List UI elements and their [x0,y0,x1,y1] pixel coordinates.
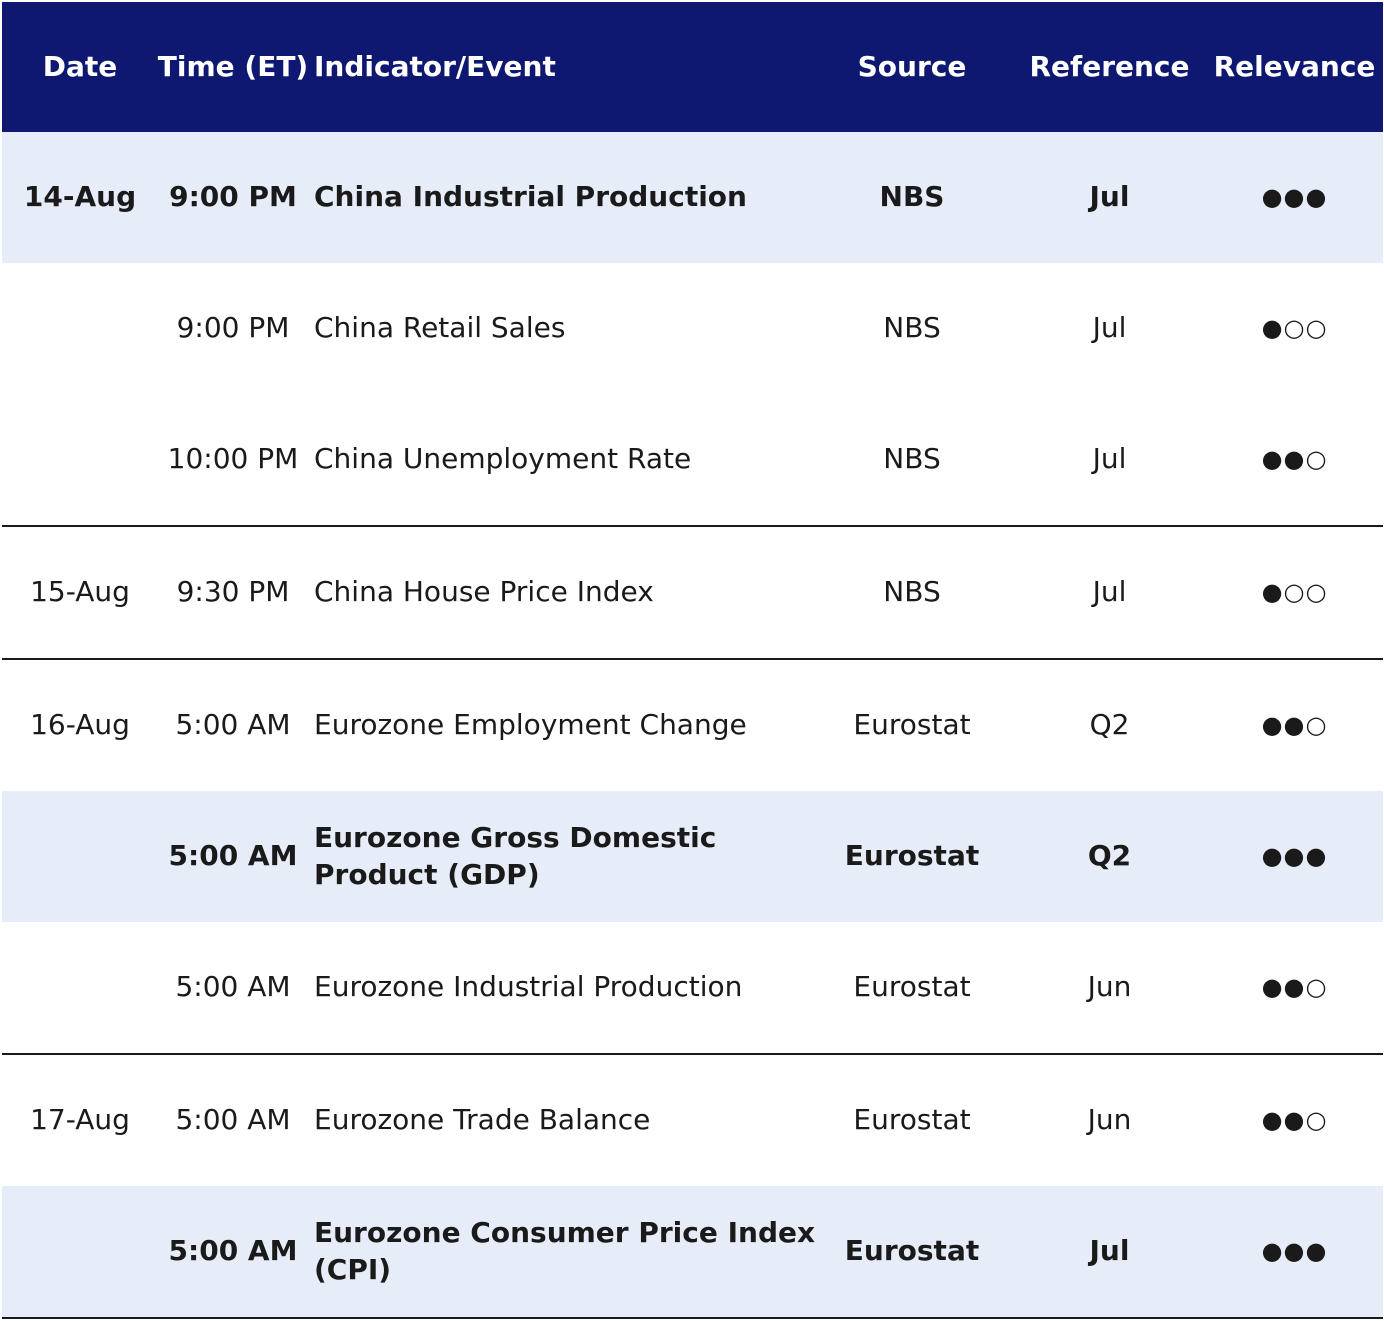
relevance-dots-icon: ●○○ [1261,313,1328,342]
row-date [2,1186,158,1317]
header-time: Time (ET) [157,49,309,83]
row-event: Eurozone Industrial Production [314,970,743,1004]
table-row: 5:00 AM Eurozone Gross Domestic Product … [2,791,1383,922]
row-event: China House Price Index [314,575,654,609]
row-reference: Jul [1089,1234,1130,1268]
header-source: Source [857,49,967,83]
row-event: Eurozone Trade Balance [314,1103,651,1137]
row-reference: Jul [1089,180,1130,214]
row-time: 5:00 AM [168,839,298,873]
row-source: NBS [879,180,945,214]
table-row: 16-Aug 5:00 AM Eurozone Employment Chang… [2,660,1383,791]
row-source: Eurostat [853,970,971,1004]
row-date: 15-Aug [30,575,130,609]
relevance-dots-icon: ●●○ [1261,1105,1328,1134]
row-reference: Q2 [1089,708,1130,742]
row-event: China Industrial Production [314,180,747,214]
header-reference: Reference [1029,49,1190,83]
table-row: 15-Aug 9:30 PM China House Price Index N… [2,527,1383,660]
table-row: 5:00 AM Eurozone Industrial Production E… [2,922,1383,1055]
header-relevance: Relevance [1213,49,1376,83]
row-event: Eurozone Employment Change [314,708,747,742]
row-date [2,263,158,394]
relevance-dots-icon: ●○○ [1261,577,1328,606]
row-time: 9:00 PM [169,180,297,214]
row-date: 17-Aug [30,1103,130,1137]
row-source: Eurostat [853,708,971,742]
row-reference: Jul [1092,575,1127,609]
row-reference: Jun [1087,970,1132,1004]
row-time: 5:00 AM [175,970,291,1004]
table-row: 14-Aug 9:00 PM China Industrial Producti… [2,132,1383,263]
row-date [2,922,158,1053]
table-row: 17-Aug 5:00 AM Eurozone Trade Balance Eu… [2,1055,1383,1186]
table-row: 9:00 PM China Retail Sales NBS Jul ●○○ [2,263,1383,394]
row-time: 5:00 AM [175,708,291,742]
row-reference: Jul [1092,442,1127,476]
relevance-dots-icon: ●●○ [1261,972,1328,1001]
row-event: Eurozone Gross Domestic Product (GDP) [314,821,717,891]
relevance-dots-icon: ●●● [1261,1236,1328,1265]
row-date [2,791,158,922]
table-header: Date Time (ET) Indicator/Event Source Re… [2,2,1383,132]
row-date: 14-Aug [23,180,137,214]
row-time: 9:00 PM [176,311,290,345]
row-source: Eurostat [844,839,980,873]
row-date [2,394,158,525]
row-source: NBS [883,442,941,476]
table-row: 5:00 AM Eurozone Consumer Price Index (C… [2,1186,1383,1319]
table-row: 10:00 PM China Unemployment Rate NBS Jul… [2,394,1383,527]
header-date: Date [42,49,118,83]
economic-calendar-table: Date Time (ET) Indicator/Event Source Re… [2,2,1383,1319]
row-time: 9:30 PM [176,575,290,609]
row-time: 5:00 AM [175,1103,291,1137]
row-source: NBS [883,575,941,609]
row-time: 10:00 PM [167,442,299,476]
row-source: NBS [883,311,941,345]
row-reference: Jun [1087,1103,1132,1137]
row-time: 5:00 AM [168,1234,298,1268]
relevance-dots-icon: ●●○ [1261,444,1328,473]
row-event: China Unemployment Rate [314,442,692,476]
row-date: 16-Aug [30,708,130,742]
row-reference: Q2 [1087,839,1132,873]
relevance-dots-icon: ●●● [1261,182,1328,211]
header-event: Indicator/Event [314,49,556,83]
row-source: Eurostat [844,1234,980,1268]
row-reference: Jul [1092,311,1127,345]
row-event: China Retail Sales [314,311,566,345]
relevance-dots-icon: ●●○ [1261,710,1328,739]
relevance-dots-icon: ●●● [1261,841,1328,870]
row-event: Eurozone Consumer Price Index (CPI) [314,1216,816,1286]
row-source: Eurostat [853,1103,971,1137]
